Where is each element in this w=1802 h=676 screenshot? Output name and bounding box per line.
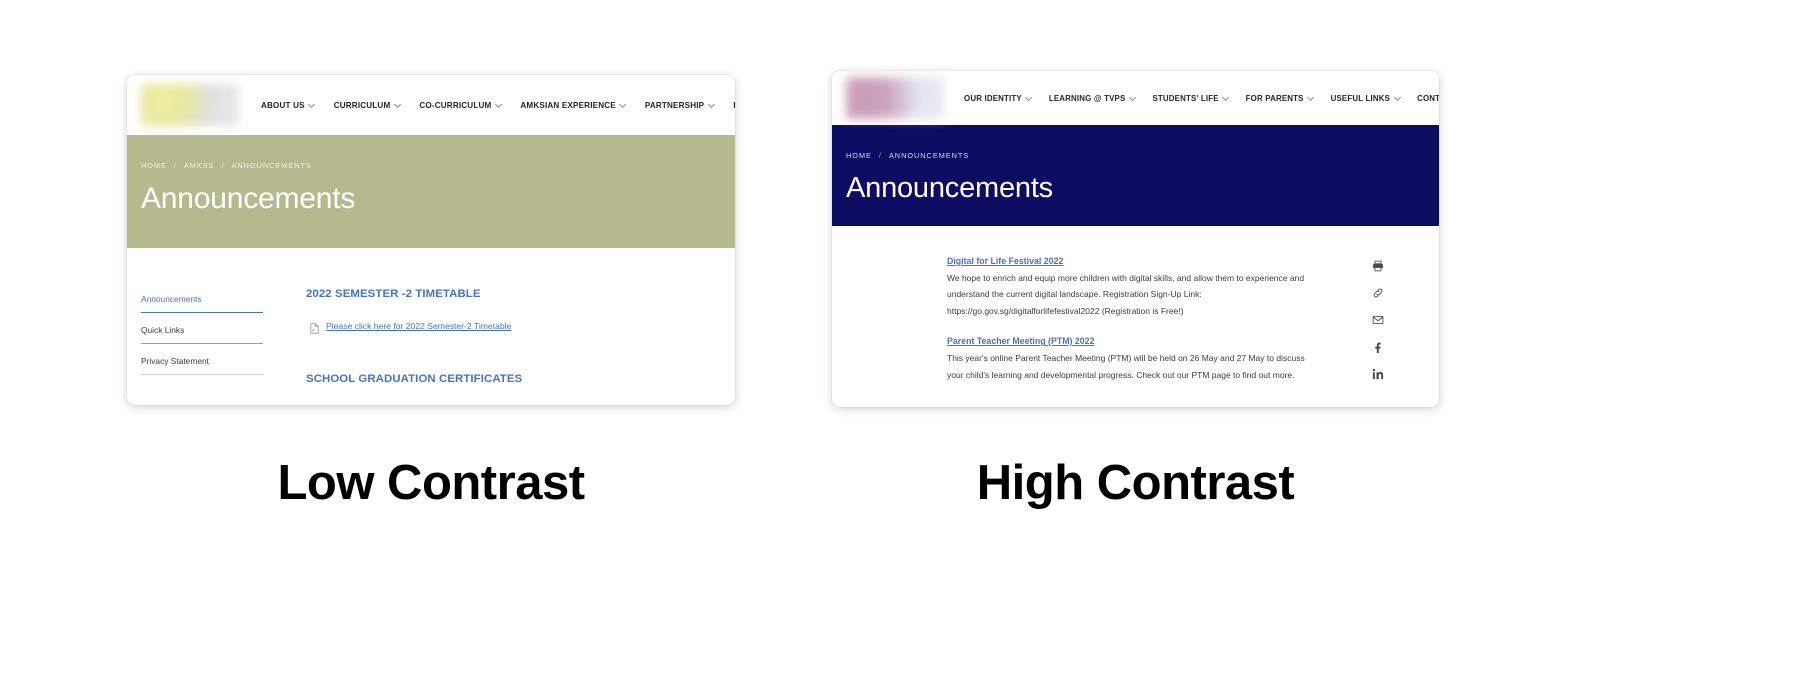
nav-item-our-identity[interactable]: OUR IDENTITY	[964, 94, 1032, 103]
breadcrumb-separator: /	[221, 161, 225, 170]
nav-item-e-open-house[interactable]: E OPEN HOUSE	[733, 101, 735, 110]
school-logo-blurred-icon[interactable]	[846, 77, 944, 119]
comparison-stage: ABOUT US CURRICULUM CO-CURRICULUM AMKSIA…	[0, 0, 1802, 676]
breadcrumb-item-announcements[interactable]: ANNOUNCEMENTS	[889, 151, 969, 160]
nav-item-amksian-experience[interactable]: AMKSIAN EXPERIENCE	[520, 101, 625, 110]
breadcrumb-separator: /	[878, 151, 882, 160]
page-body-right: Digital for Life Festival 2022 We hope t…	[832, 226, 1439, 407]
sidebar-divider	[141, 374, 263, 375]
nav-item-for-parents[interactable]: FOR PARENTS	[1246, 94, 1314, 103]
news-title-digital-for-life-festival[interactable]: Digital for Life Festival 2022	[947, 256, 1322, 266]
article-title-timetable[interactable]: 2022 SEMESTER -2 TIMETABLE	[306, 288, 735, 300]
breadcrumb-item-announcements[interactable]: ANNOUNCEMENTS	[232, 161, 312, 170]
breadcrumb-item-home[interactable]: HOME	[846, 151, 872, 160]
nav-item-label: OUR IDENTITY	[964, 93, 1022, 103]
page-hero-left: HOME / AMKSS / ANNOUNCEMENTS Announcemen…	[127, 135, 735, 248]
nav-item-label: AMKSIAN EXPERIENCE	[520, 100, 616, 110]
news-title-parent-teacher-meeting[interactable]: Parent Teacher Meeting (PTM) 2022	[947, 336, 1322, 346]
pdf-file-icon	[310, 321, 319, 339]
page-body-left: Announcements Quick Links Privacy Statem…	[127, 248, 735, 405]
pdf-link-label[interactable]: Please click here for 2022 Semester-2 Ti…	[326, 321, 511, 331]
main-nav-right: OUR IDENTITY LEARNING @ TVPS STUDENTS' L…	[964, 89, 1439, 107]
sidebar-item-announcements[interactable]: Announcements	[141, 294, 263, 312]
chevron-down-icon	[1394, 94, 1400, 100]
breadcrumb-item-home[interactable]: HOME	[141, 161, 167, 170]
chevron-down-icon	[394, 101, 400, 107]
page-title: Announcements	[846, 172, 1053, 204]
share-rail	[1371, 259, 1384, 380]
nav-item-label: E OPEN HOUSE	[733, 101, 735, 110]
sidebar-divider	[141, 312, 263, 313]
nav-item-label: ABOUT US	[261, 100, 305, 110]
chevron-down-icon	[495, 101, 501, 107]
caption-low-contrast: Low Contrast	[277, 456, 585, 510]
print-icon[interactable]	[1371, 259, 1384, 272]
nav-item-label: STUDENTS' LIFE	[1152, 93, 1219, 103]
site-header-left: ABOUT US CURRICULUM CO-CURRICULUM AMKSIA…	[127, 75, 735, 135]
nav-item-label: LEARNING @ TVPS	[1048, 93, 1126, 103]
high-contrast-site-card: OUR IDENTITY LEARNING @ TVPS STUDENTS' L…	[832, 71, 1439, 407]
chevron-down-icon	[708, 101, 714, 107]
nav-item-label: CO-CURRICULUM	[419, 100, 492, 110]
chevron-down-icon	[1308, 94, 1314, 100]
article-title-graduation-certificates[interactable]: SCHOOL GRADUATION CERTIFICATES	[306, 373, 735, 385]
sidebar-item-privacy-statement[interactable]: Privacy Statement	[141, 356, 263, 374]
nav-item-co-curriculum[interactable]: CO-CURRICULUM	[419, 101, 501, 110]
nav-item-contact-us[interactable]: CONTACT US	[1417, 94, 1439, 103]
page-hero-right: HOME / ANNOUNCEMENTS Announcements	[832, 125, 1439, 226]
sidebar-nav: Announcements Quick Links Privacy Statem…	[141, 276, 263, 405]
nav-item-partnership[interactable]: PARTNERSHIP	[645, 101, 714, 110]
school-logo-blurred-icon[interactable]	[141, 84, 239, 126]
nav-item-label: FOR PARENTS	[1245, 93, 1304, 103]
email-icon[interactable]	[1371, 313, 1384, 326]
caption-high-contrast: High Contrast	[976, 456, 1295, 510]
news-list: Digital for Life Festival 2022 We hope t…	[947, 256, 1322, 383]
news-body-digital-for-life-festival: We hope to enrich and equip more childre…	[947, 273, 1305, 316]
chevron-down-icon	[1223, 94, 1229, 100]
nav-item-label: USEFUL LINKS	[1330, 93, 1391, 103]
chevron-down-icon	[309, 101, 315, 107]
breadcrumb-item-amkss[interactable]: AMKSS	[184, 161, 215, 170]
nav-item-label: PARTNERSHIP	[644, 100, 705, 110]
nav-item-label: CONTACT US	[1417, 93, 1439, 103]
news-body-parent-teacher-meeting: This year's online Parent Teacher Meetin…	[947, 353, 1305, 380]
nav-item-about-us[interactable]: ABOUT US	[261, 101, 315, 110]
breadcrumb-right: HOME / ANNOUNCEMENTS	[846, 151, 1439, 160]
pdf-attachment-row[interactable]: Please click here for 2022 Semester-2 Ti…	[310, 321, 735, 339]
low-contrast-site-card: ABOUT US CURRICULUM CO-CURRICULUM AMKSIA…	[127, 75, 735, 405]
nav-item-learning-at-tvps[interactable]: LEARNING @ TVPS	[1049, 94, 1136, 103]
chevron-down-icon	[620, 101, 626, 107]
sidebar-item-quick-links[interactable]: Quick Links	[141, 325, 263, 343]
chevron-down-icon	[1026, 94, 1032, 100]
page-title: Announcements	[141, 182, 356, 215]
breadcrumb-left: HOME / AMKSS / ANNOUNCEMENTS	[141, 161, 735, 170]
chevron-down-icon	[1129, 94, 1135, 100]
linkedin-icon[interactable]	[1371, 367, 1384, 380]
nav-item-curriculum[interactable]: CURRICULUM	[334, 101, 401, 110]
link-icon[interactable]	[1371, 286, 1384, 299]
nav-item-label: CURRICULUM	[333, 100, 391, 110]
main-nav-left: ABOUT US CURRICULUM CO-CURRICULUM AMKSIA…	[261, 101, 735, 110]
site-header-right: OUR IDENTITY LEARNING @ TVPS STUDENTS' L…	[832, 71, 1439, 125]
sidebar-divider	[141, 343, 263, 344]
breadcrumb-separator: /	[173, 161, 177, 170]
article-list-left: 2022 SEMESTER -2 TIMETABLE Please click …	[263, 276, 735, 405]
nav-item-students-life[interactable]: STUDENTS' LIFE	[1152, 94, 1228, 103]
nav-item-useful-links[interactable]: USEFUL LINKS	[1331, 94, 1400, 103]
facebook-icon[interactable]	[1371, 340, 1384, 353]
